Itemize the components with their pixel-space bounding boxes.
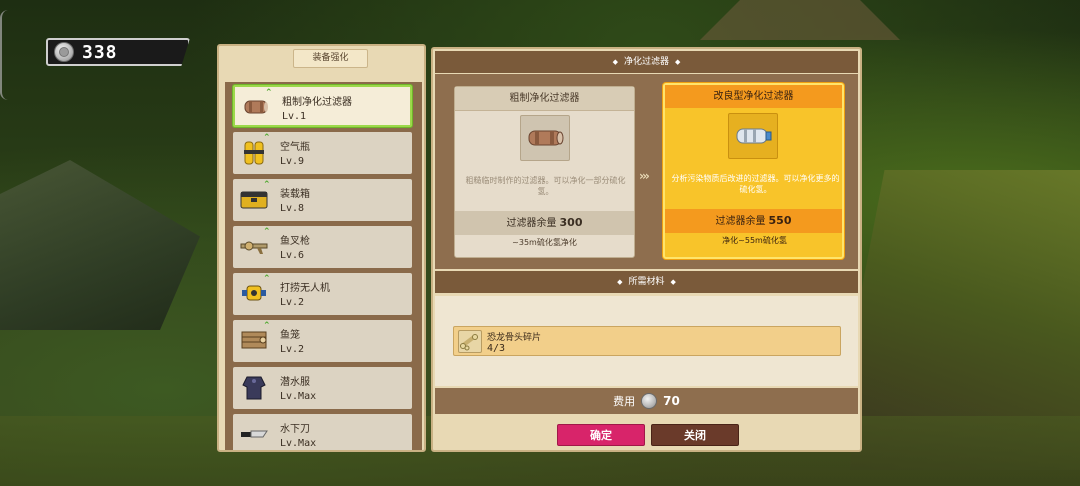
equipment-list-panel: 装备强化 ⌃ 粗制净化过滤器 Lv.1 ⌃ 空气瓶 Lv.9 ⌃ 装载箱 Lv.… <box>217 44 426 452</box>
cost-value: 70 <box>663 394 680 408</box>
diamond-icon: ◆ <box>675 58 681 66</box>
upgrade-cost: 费用 70 <box>435 388 858 414</box>
current-remaining: 过滤器余量 300 <box>455 211 634 235</box>
materials-list: 恐龙骨头碎片 4/3 <box>435 296 858 386</box>
section-title: 所需材料 <box>628 277 665 287</box>
panel-title: 装备强化 <box>293 49 368 68</box>
section-header-filter: ◆ 净化过滤器 ◆ <box>435 51 858 73</box>
equipment-name: 鱼叉枪 <box>280 236 310 247</box>
upgrade-arrow-icon: ⌃ <box>263 180 271 190</box>
equipment-name: 粗制净化过滤器 <box>282 97 352 108</box>
silver-coin-icon <box>641 393 658 409</box>
equipment-name: 水下刀 <box>280 424 310 435</box>
diamond-icon: ◆ <box>617 278 623 286</box>
upgrade-detail-panel: ◆ 净化过滤器 ◆ 粗制净化过滤器 粗糙临时制作的过滤器。可以净化一部分硫化氢。 过… <box>431 47 862 452</box>
section-title: 净化过滤器 <box>623 57 669 67</box>
equipment-name: 装载箱 <box>280 189 310 200</box>
remaining-label: 过滤器余量 <box>506 218 557 229</box>
upgraded-remaining: 过滤器余量 550 <box>665 209 842 233</box>
equipment-item-diving-suit[interactable]: 潜水服 Lv.Max <box>233 367 412 409</box>
material-name: 恐龙骨头碎片 <box>487 333 542 343</box>
equipment-list[interactable]: ⌃ 粗制净化过滤器 Lv.1 ⌃ 空气瓶 Lv.9 ⌃ 装载箱 Lv.8 ⌃ 鱼… <box>225 82 422 450</box>
equipment-item-salvage-drone[interactable]: ⌃ 打捞无人机 Lv.2 <box>233 273 412 315</box>
current-item-card: 粗制净化过滤器 粗糙临时制作的过滤器。可以净化一部分硫化氢。 过滤器余量 300 … <box>454 86 635 258</box>
diving-suit-icon <box>239 372 269 402</box>
equipment-level: Lv.Max <box>280 391 317 402</box>
upgraded-purification-range: 净化~55m硫化氢 <box>722 236 787 245</box>
underwater-knife-icon <box>239 419 269 449</box>
equipment-level: Lv.1 <box>282 111 307 122</box>
background-tent <box>0 160 200 330</box>
upgrade-arrow-icon: ⌃ <box>263 133 271 143</box>
equipment-item-fish-trap[interactable]: ⌃ 鱼笼 Lv.2 <box>233 320 412 362</box>
upgrade-arrow-icon: ⌃ <box>263 321 271 331</box>
equipment-level: Lv.9 <box>280 156 305 167</box>
upgraded-item-description: 分析污染物质后改进的过滤器。可以净化更多的硫化氢。 <box>671 174 840 194</box>
equipment-name: 空气瓶 <box>280 142 310 153</box>
equipment-name: 潜水服 <box>280 377 310 388</box>
equipment-level: Lv.6 <box>280 250 305 261</box>
filter-icon <box>520 115 570 161</box>
current-item-title: 粗制净化过滤器 <box>455 87 634 111</box>
material-item[interactable]: 恐龙骨头碎片 4/3 <box>453 326 841 356</box>
equipment-level: Lv.Max <box>280 438 317 449</box>
current-item-description: 粗糙临时制作的过滤器。可以净化一部分硫化氢。 <box>465 176 626 196</box>
equipment-name: 打捞无人机 <box>280 283 330 294</box>
silver-coin-icon <box>54 42 74 62</box>
diamond-icon: ◆ <box>612 58 618 66</box>
equipment-level: Lv.2 <box>280 344 305 355</box>
upgraded-item-card: 改良型净化过滤器 分析污染物质后改进的过滤器。可以净化更多的硫化氢。 过滤器余量… <box>663 83 844 259</box>
current-purification-range: ~35m硫化氢净化 <box>512 238 577 247</box>
cost-label: 费用 <box>613 395 636 408</box>
remaining-value: 300 <box>559 216 583 229</box>
remaining-label: 过滤器余量 <box>715 216 766 227</box>
upgrade-arrow-icon: ⌃ <box>263 274 271 284</box>
equipment-item-underwater-knife[interactable]: 水下刀 Lv.Max <box>233 414 412 450</box>
equipment-item-air-tank[interactable]: ⌃ 空气瓶 Lv.9 <box>233 132 412 174</box>
upgrade-arrow-icon: ⌃ <box>263 227 271 237</box>
equipment-item-filter[interactable]: ⌃ 粗制净化过滤器 Lv.1 <box>233 85 412 127</box>
section-header-materials: ◆ 所需材料 ◆ <box>435 271 858 293</box>
dino-bone-fragment-icon <box>458 330 482 353</box>
material-count: 4/3 <box>487 343 506 354</box>
diamond-icon: ◆ <box>670 278 676 286</box>
background-roof <box>700 0 900 40</box>
background-edge <box>0 10 10 100</box>
close-button[interactable]: 关闭 <box>651 424 739 446</box>
equipment-item-harpoon-gun[interactable]: ⌃ 鱼叉枪 Lv.6 <box>233 226 412 268</box>
equipment-item-cargo-box[interactable]: ⌃ 装载箱 Lv.8 <box>233 179 412 221</box>
remaining-value: 550 <box>768 214 792 227</box>
currency-display: 338 <box>46 38 190 66</box>
confirm-button[interactable]: 确定 <box>557 424 645 446</box>
currency-amount: 338 <box>82 41 118 63</box>
improved-filter-icon <box>728 113 778 159</box>
equipment-level: Lv.8 <box>280 203 305 214</box>
upgraded-item-title: 改良型净化过滤器 <box>665 85 842 108</box>
upgrade-comparison: 粗制净化过滤器 粗糙临时制作的过滤器。可以净化一部分硫化氢。 过滤器余量 300 … <box>435 74 858 269</box>
equipment-level: Lv.2 <box>280 297 305 308</box>
upgrade-arrows-icon: ››› <box>639 169 650 183</box>
equipment-name: 鱼笼 <box>280 330 300 341</box>
upgrade-arrow-icon: ⌃ <box>265 88 273 98</box>
